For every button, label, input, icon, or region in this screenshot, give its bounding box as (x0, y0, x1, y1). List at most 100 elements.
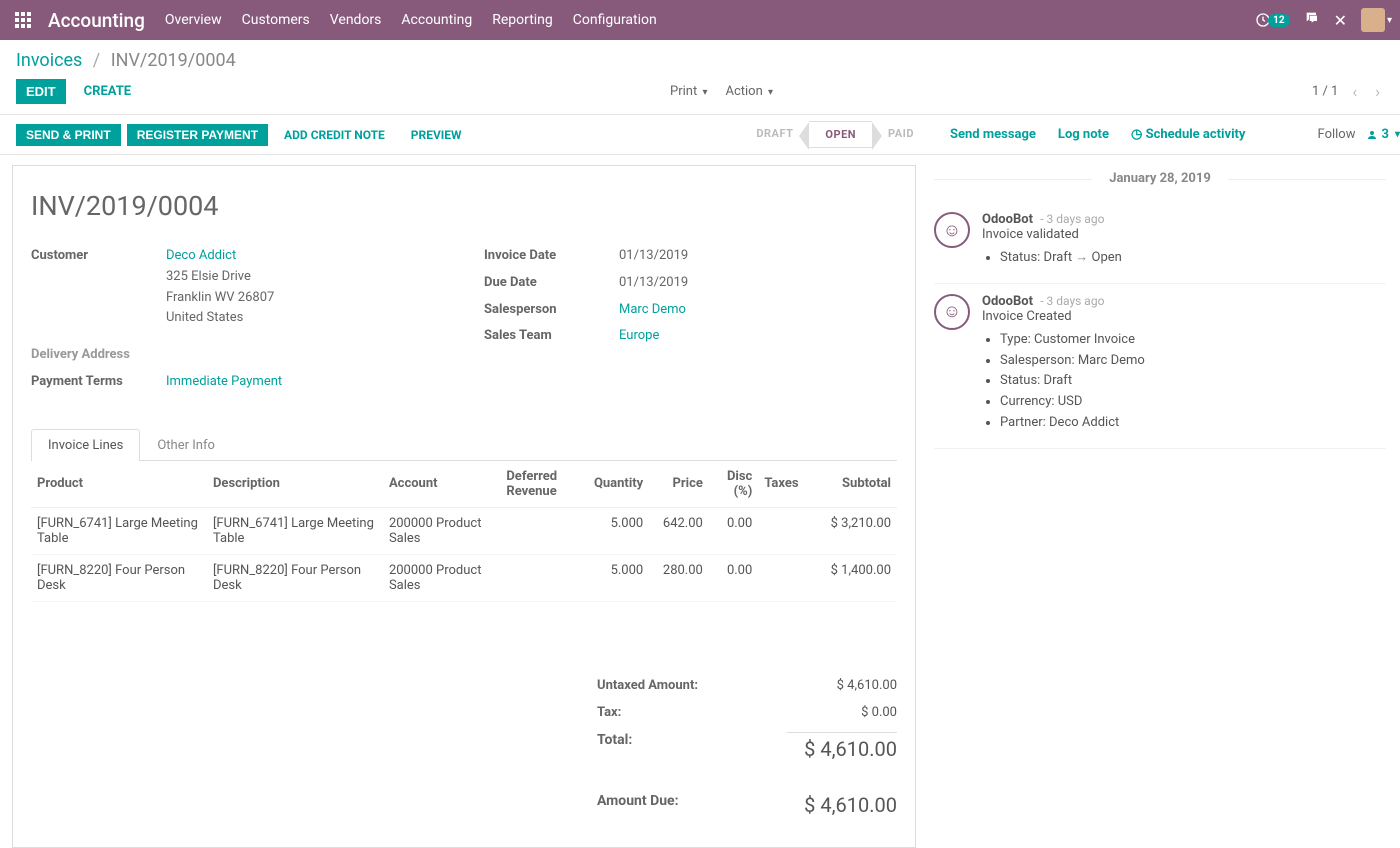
tax-label: Tax: (597, 705, 621, 720)
due-date-label: Due Date (484, 273, 619, 294)
preview-button[interactable]: PREVIEW (401, 124, 472, 146)
cell-quantity: 5.000 (580, 554, 650, 601)
status-bar: SEND & PRINT REGISTER PAYMENT ADD CREDIT… (0, 115, 1400, 155)
amount-due-value: $ 4,610.00 (787, 793, 897, 817)
cell-disc: 0.00 (709, 554, 758, 601)
th-subtotal[interactable]: Subtotal (808, 461, 897, 508)
menu-accounting[interactable]: Accounting (401, 12, 472, 28)
close-icon[interactable]: ✕ (1334, 11, 1347, 30)
sales-team-value[interactable]: Europe (619, 328, 659, 343)
th-price[interactable]: Price (649, 461, 709, 508)
create-button[interactable]: CREATE (84, 84, 131, 99)
avatar (1361, 8, 1385, 32)
pager-next[interactable]: › (1371, 82, 1384, 101)
tab-invoice-lines[interactable]: Invoice Lines (31, 429, 140, 461)
send-message-button[interactable]: Send message (950, 127, 1036, 142)
message-time: - 3 days ago (1040, 294, 1104, 308)
menu-reporting[interactable]: Reporting (492, 12, 553, 28)
due-date-value: 01/13/2019 (619, 273, 897, 294)
app-title[interactable]: Accounting (48, 9, 145, 32)
salesperson-value[interactable]: Marc Demo (619, 302, 686, 317)
breadcrumb-parent[interactable]: Invoices (16, 50, 82, 71)
message-author[interactable]: OdooBot (982, 294, 1033, 309)
salesperson-label: Salesperson (484, 300, 619, 321)
add-credit-note-button[interactable]: ADD CREDIT NOTE (274, 124, 395, 146)
message-item: Status: Draft → Open (1000, 248, 1386, 269)
message-body: Invoice validated (982, 227, 1386, 242)
cell-quantity: 5.000 (580, 507, 650, 554)
activity-icon[interactable]: 12 (1255, 12, 1289, 28)
chatter-date: January 28, 2019 (934, 155, 1386, 202)
th-description[interactable]: Description (207, 461, 383, 508)
pager-prev[interactable]: ‹ (1348, 82, 1361, 101)
register-payment-button[interactable]: REGISTER PAYMENT (127, 124, 268, 146)
message-time: - 3 days ago (1040, 212, 1104, 226)
cell-account: 200000 Product Sales (383, 554, 500, 601)
breadcrumb-current: INV/2019/0004 (111, 50, 236, 71)
schedule-activity-button[interactable]: ◷ Schedule activity (1131, 127, 1245, 142)
activity-badge: 12 (1268, 14, 1289, 27)
th-disc[interactable]: Disc (%) (709, 461, 758, 508)
send-print-button[interactable]: SEND & PRINT (16, 124, 121, 146)
message-item: Salesperson: Marc Demo (1000, 351, 1386, 372)
customer-addr2: Franklin WV 26807 (166, 290, 274, 305)
status-open[interactable]: OPEN (809, 121, 872, 148)
conversations-icon[interactable] (1304, 10, 1320, 30)
tab-other-info[interactable]: Other Info (140, 429, 232, 461)
edit-button[interactable]: EDIT (16, 79, 66, 104)
untaxed-value: $ 4,610.00 (837, 678, 897, 693)
action-dropdown[interactable]: Action ▾ (725, 84, 773, 99)
customer-addr1: 325 Elsie Drive (166, 269, 251, 284)
message-item: Currency: USD (1000, 392, 1386, 413)
log-note-button[interactable]: Log note (1058, 127, 1109, 142)
breadcrumb: Invoices / INV/2019/0004 (16, 50, 236, 71)
user-menu[interactable]: ▾ (1361, 8, 1392, 32)
cell-deferred (500, 507, 579, 554)
cell-description: [FURN_8220] Four Person Desk (207, 554, 383, 601)
bot-avatar-icon: ☺ (934, 212, 970, 248)
menu-overview[interactable]: Overview (165, 12, 222, 28)
message-item: Type: Customer Invoice (1000, 330, 1386, 351)
untaxed-label: Untaxed Amount: (597, 678, 698, 693)
cell-subtotal: $ 1,400.00 (808, 554, 897, 601)
menu-customers[interactable]: Customers (242, 12, 310, 28)
th-product[interactable]: Product (31, 461, 207, 508)
th-taxes[interactable]: Taxes (758, 461, 808, 508)
table-row[interactable]: [FURN_8220] Four Person Desk[FURN_8220] … (31, 554, 897, 601)
payment-terms-value[interactable]: Immediate Payment (166, 374, 282, 389)
table-row[interactable]: [FURN_6741] Large Meeting Table[FURN_674… (31, 507, 897, 554)
customer-label: Customer (31, 246, 166, 329)
cell-taxes (758, 554, 808, 601)
cell-taxes (758, 507, 808, 554)
status-paid[interactable]: PAID (872, 121, 930, 148)
chatter-message: ☺ OdooBot - 3 days agoInvoice Created Type… (934, 284, 1386, 449)
delivery-address-value (166, 345, 444, 366)
amount-due-label: Amount Due: (597, 793, 679, 817)
th-deferred[interactable]: Deferred Revenue (500, 461, 579, 508)
message-author[interactable]: OdooBot (982, 212, 1033, 227)
follow-button[interactable]: Follow (1318, 127, 1356, 142)
message-body: Invoice Created (982, 309, 1386, 324)
tax-value: $ 0.00 (861, 705, 897, 720)
payment-terms-label: Payment Terms (31, 372, 166, 393)
cell-account: 200000 Product Sales (383, 507, 500, 554)
cell-subtotal: $ 3,210.00 (808, 507, 897, 554)
pager-text[interactable]: 1 / 1 (1312, 84, 1338, 99)
th-account[interactable]: Account (383, 461, 500, 508)
chatter: January 28, 2019 ☺OdooBot - 3 days agoIn… (920, 155, 1400, 848)
message-item: Status: Draft (1000, 371, 1386, 392)
sales-team-label: Sales Team (484, 326, 619, 347)
menu-vendors[interactable]: Vendors (330, 12, 382, 28)
cell-price: 280.00 (649, 554, 709, 601)
customer-link[interactable]: Deco Addict (166, 248, 236, 263)
print-dropdown[interactable]: Print ▾ (670, 84, 707, 99)
breadcrumb-bar: Invoices / INV/2019/0004 (0, 40, 1400, 71)
followers-count[interactable]: 3 ▾ (1366, 127, 1400, 142)
cell-price: 642.00 (649, 507, 709, 554)
th-quantity[interactable]: Quantity (580, 461, 650, 508)
menu-configuration[interactable]: Configuration (573, 12, 657, 28)
apps-icon[interactable] (8, 5, 38, 35)
caret-down-icon: ▾ (1387, 15, 1392, 26)
bot-avatar-icon: ☺ (934, 294, 970, 330)
customer-addr3: United States (166, 310, 243, 325)
